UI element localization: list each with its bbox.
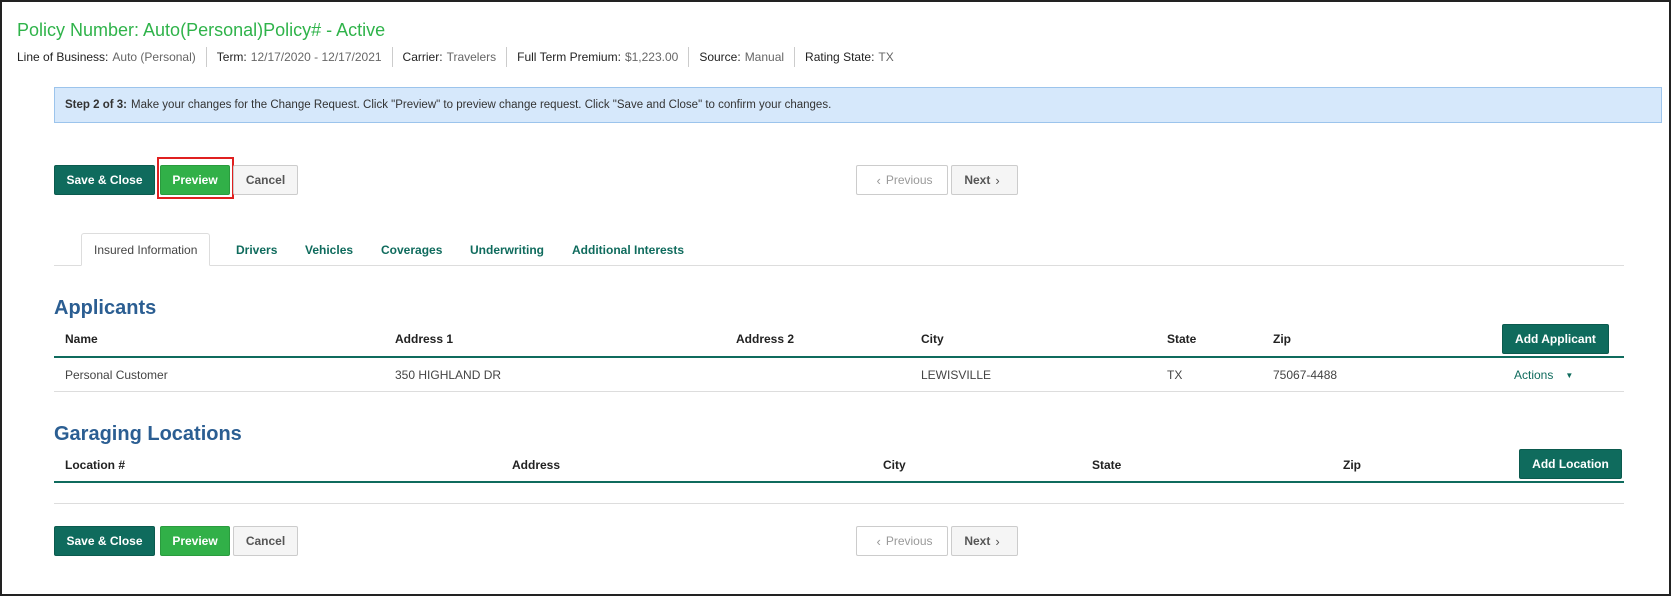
applicant-actions-dropdown[interactable]: Actions ▼: [1514, 368, 1573, 382]
col-header-zip: Zip: [1273, 332, 1291, 346]
meta-full-term-premium: Full Term Premium: $1,223.00: [506, 47, 688, 67]
tab-underwriting[interactable]: Underwriting: [458, 233, 556, 266]
meta-value: Auto (Personal): [112, 50, 196, 64]
policy-meta-bar: Line of Business: Auto (Personal) Term: …: [17, 47, 904, 67]
next-button-bottom[interactable]: Next ›: [951, 526, 1018, 556]
save-close-button[interactable]: Save & Close: [54, 165, 155, 195]
policy-title: Policy Number: Auto(Personal)Policy# - A…: [17, 20, 386, 40]
meta-value: TX: [878, 50, 894, 64]
add-location-button[interactable]: Add Location: [1519, 449, 1622, 479]
col-header-city: City: [883, 458, 906, 472]
preview-button-bottom[interactable]: Preview: [160, 526, 230, 556]
col-header-address: Address: [512, 458, 561, 472]
col-header-city: City: [921, 332, 944, 346]
applicant-zip: 75067-4488: [1273, 368, 1338, 382]
banner-step: Step 2 of 3:: [65, 99, 127, 111]
cancel-button-bottom[interactable]: Cancel: [233, 526, 298, 556]
previous-button[interactable]: ‹ Previous: [856, 165, 948, 195]
chevron-left-icon: ‹: [876, 533, 881, 549]
meta-term: Term: 12/17/2020 - 12/17/2021: [205, 47, 392, 67]
save-close-button-bottom[interactable]: Save & Close: [54, 526, 155, 556]
tab-coverages[interactable]: Coverages: [369, 233, 454, 266]
tab-insured-information[interactable]: Insured Information: [81, 233, 211, 266]
previous-label: Previous: [885, 173, 933, 187]
meta-value: 12/17/2020 - 12/17/2021: [250, 50, 382, 64]
step-info-banner: Step 2 of 3: Make your changes for the C…: [54, 87, 1662, 123]
meta-line-of-business: Line of Business: Auto (Personal): [17, 47, 206, 67]
meta-value: Travelers: [446, 50, 497, 64]
tab-additional-interests[interactable]: Additional Interests: [560, 233, 696, 266]
meta-label: Line of Business:: [17, 50, 109, 64]
applicants-title: Applicants: [54, 297, 157, 319]
meta-label: Full Term Premium:: [517, 50, 621, 64]
caret-down-icon: ▼: [1565, 370, 1574, 380]
meta-label: Carrier:: [402, 50, 443, 64]
col-header-address2: Address 2: [736, 332, 795, 346]
meta-rating-state: Rating State: TX: [794, 47, 904, 67]
banner-text: Make your changes for the Change Request…: [130, 99, 832, 111]
garaging-header-rule: [54, 481, 1624, 483]
cancel-button[interactable]: Cancel: [233, 165, 298, 195]
next-button[interactable]: Next ›: [951, 165, 1018, 195]
garaging-bottom-rule: [54, 503, 1624, 504]
meta-value: Manual: [744, 50, 785, 64]
col-header-zip: Zip: [1343, 458, 1361, 472]
tabs-baseline: [54, 265, 1624, 266]
tab-vehicles[interactable]: Vehicles: [293, 233, 365, 266]
meta-label: Source:: [699, 50, 741, 64]
applicants-header-rule: [54, 356, 1624, 358]
col-header-address1: Address 1: [395, 332, 454, 346]
chevron-right-icon: ›: [995, 172, 1000, 188]
next-label: Next: [964, 534, 991, 548]
col-header-location-number: Location #: [65, 458, 126, 472]
applicant-city: LEWISVILLE: [921, 368, 992, 382]
chevron-right-icon: ›: [995, 533, 1000, 549]
col-header-state: State: [1167, 332, 1197, 346]
previous-button-bottom[interactable]: ‹ Previous: [856, 526, 948, 556]
garaging-title: Garaging Locations: [54, 423, 242, 445]
add-applicant-button[interactable]: Add Applicant: [1502, 324, 1609, 354]
meta-source: Source: Manual: [688, 47, 794, 67]
applicant-state: TX: [1167, 368, 1183, 382]
col-header-name: Name: [65, 332, 98, 346]
tab-drivers[interactable]: Drivers: [224, 233, 289, 266]
meta-carrier: Carrier: Travelers: [391, 47, 507, 67]
col-header-state: State: [1092, 458, 1122, 472]
actions-label: Actions: [1514, 368, 1554, 382]
meta-label: Rating State:: [805, 50, 875, 64]
next-label: Next: [964, 173, 991, 187]
applicants-row-rule: [54, 391, 1624, 392]
preview-highlight-box: [157, 157, 234, 199]
applicant-address1: 350 HIGHLAND DR: [395, 368, 502, 382]
applicant-name: Personal Customer: [65, 368, 168, 382]
meta-value: $1,223.00: [624, 50, 679, 64]
chevron-left-icon: ‹: [876, 172, 881, 188]
previous-label: Previous: [885, 534, 933, 548]
meta-label: Term:: [216, 50, 247, 64]
